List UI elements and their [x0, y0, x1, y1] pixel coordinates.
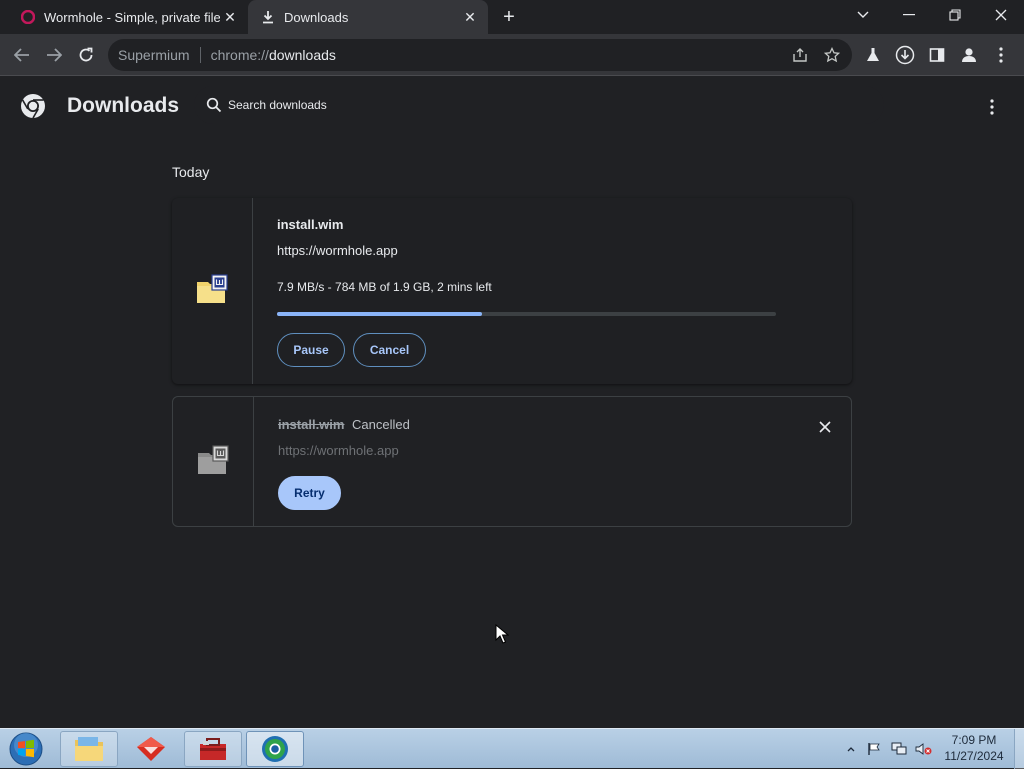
- folder-icon: [75, 737, 103, 761]
- download-item-cancelled: install.wim Cancelled https://wormhole.a…: [172, 396, 852, 527]
- tab-close-icon[interactable]: ✕: [460, 7, 480, 27]
- clock-date: 11/27/2024: [944, 749, 1004, 763]
- close-window-button[interactable]: [978, 0, 1024, 30]
- omnibox-divider: [199, 47, 201, 63]
- profile-avatar-icon[interactable]: [956, 42, 982, 68]
- cancelled-file-name: install.wim: [278, 417, 345, 432]
- cancel-button[interactable]: Cancel: [353, 333, 426, 367]
- download-status-text: 7.9 MB/s - 784 MB of 1.9 GB, 2 mins left: [277, 280, 492, 294]
- file-icon-column: [172, 198, 253, 384]
- tab-downloads[interactable]: Downloads ✕: [248, 0, 488, 34]
- new-tab-button[interactable]: +: [496, 5, 522, 29]
- start-button[interactable]: [6, 731, 46, 767]
- more-actions-icon[interactable]: [980, 95, 1004, 119]
- search-icon: [206, 97, 222, 113]
- download-favicon-icon: [260, 9, 276, 25]
- source-url-link[interactable]: https://wormhole.app: [277, 243, 398, 258]
- back-button[interactable]: [8, 41, 36, 69]
- minimize-button[interactable]: [886, 0, 932, 30]
- side-panel-icon[interactable]: [924, 42, 950, 68]
- pause-button[interactable]: Pause: [277, 333, 345, 367]
- red-cube-app-icon: [137, 737, 165, 761]
- forward-button[interactable]: [40, 41, 68, 69]
- retry-button[interactable]: Retry: [278, 476, 341, 510]
- chrome-logo-icon: [20, 93, 46, 119]
- supermium-browser-icon: [262, 736, 288, 762]
- browser-toolbar: Supermium chrome://downloads: [0, 34, 1024, 76]
- wim-file-icon-greyed: [198, 445, 229, 474]
- cancelled-status-label: Cancelled: [352, 417, 410, 432]
- download-item-active: install.wim https://wormhole.app 7.9 MB/…: [172, 198, 852, 384]
- mouse-cursor-icon: [495, 624, 509, 644]
- file-name-link[interactable]: install.wim: [277, 217, 343, 232]
- downloads-indicator-icon[interactable]: [892, 42, 918, 68]
- page-title: Downloads: [67, 94, 180, 117]
- downloads-header: Downloads: [0, 77, 1024, 135]
- action-center-flag-icon[interactable]: [864, 729, 884, 769]
- taskbar-explorer[interactable]: [60, 731, 118, 767]
- tab-wormhole[interactable]: Wormhole - Simple, private file sharing …: [8, 0, 248, 34]
- volume-muted-icon[interactable]: [913, 729, 935, 769]
- tab-search-chevron-icon[interactable]: [840, 0, 886, 30]
- address-bar[interactable]: Supermium chrome://downloads: [108, 39, 852, 71]
- taskbar-app-red[interactable]: [122, 731, 180, 767]
- date-heading: Today: [172, 164, 210, 180]
- tab-close-icon[interactable]: ✕: [220, 7, 240, 27]
- bookmark-star-icon[interactable]: [820, 43, 844, 67]
- show-desktop-button[interactable]: [1014, 729, 1024, 769]
- wormhole-favicon-icon: [20, 9, 36, 25]
- taskbar-browser[interactable]: [246, 731, 304, 767]
- network-icon[interactable]: [888, 729, 910, 769]
- search-box[interactable]: [194, 86, 884, 124]
- source-url-link[interactable]: https://wormhole.app: [278, 443, 399, 458]
- url-path: downloads: [268, 47, 336, 63]
- toolbox-icon: [200, 738, 226, 760]
- system-clock[interactable]: 7:09 PM 11/27/2024: [938, 732, 1010, 764]
- labs-flask-icon[interactable]: [860, 42, 886, 68]
- remove-from-list-icon[interactable]: [813, 415, 837, 439]
- tab-title: Downloads: [284, 9, 349, 25]
- taskbar: 7:09 PM 11/27/2024: [0, 728, 1024, 769]
- clock-time: 7:09 PM: [951, 733, 997, 747]
- restore-button[interactable]: [932, 0, 978, 30]
- reload-button[interactable]: [72, 41, 100, 69]
- taskbar-toolbox[interactable]: [184, 731, 242, 767]
- site-label: Supermium: [118, 47, 190, 63]
- show-hidden-icons-chevron-icon[interactable]: [844, 729, 858, 769]
- tab-title: Wormhole - Simple, private file sharing: [44, 9, 220, 25]
- url-scheme: chrome://: [210, 47, 269, 63]
- download-progress-fill: [277, 312, 482, 316]
- windows-orb-icon: [9, 732, 43, 766]
- download-progress-bar: [277, 312, 776, 316]
- search-input[interactable]: [228, 98, 828, 112]
- wim-file-icon: [197, 274, 228, 303]
- tab-strip: Wormhole - Simple, private file sharing …: [0, 0, 1024, 34]
- share-icon[interactable]: [788, 43, 812, 67]
- browser-menu-icon[interactable]: [988, 42, 1014, 68]
- file-icon-column: [173, 397, 254, 526]
